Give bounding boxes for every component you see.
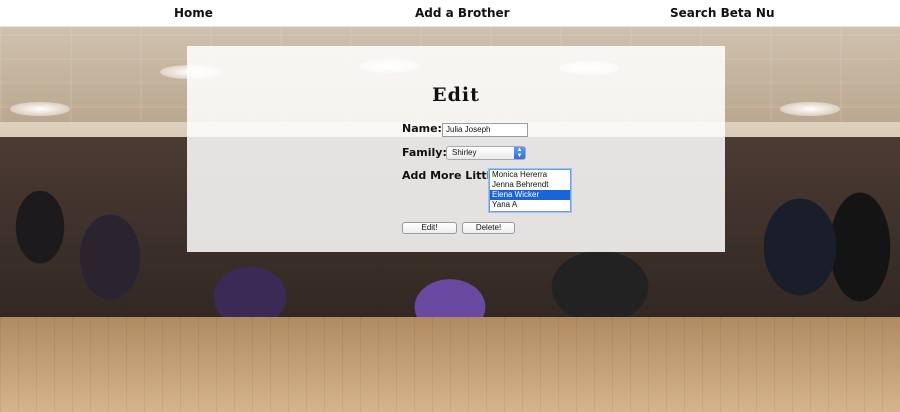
littles-option[interactable]: Elena Wicker [490, 190, 570, 200]
page-title: Edit [432, 84, 480, 106]
name-input[interactable]: Julia Joseph [442, 123, 528, 137]
nav-search-link[interactable]: Search Beta Nu [670, 6, 775, 20]
family-select[interactable]: Shirley ▲ ▼ [446, 146, 526, 160]
edit-panel: Edit Name: Julia Joseph Family: Shirley … [187, 46, 725, 252]
edit-button[interactable]: Edit! [402, 222, 457, 234]
littles-option[interactable]: Jenna Behrendt [490, 180, 570, 190]
nav-home-link[interactable]: Home [174, 6, 213, 20]
littles-listbox[interactable]: Monica Hererra Jenna Behrendt Elena Wicker… [489, 169, 571, 212]
littles-option[interactable]: Yana A [490, 200, 570, 210]
family-select-value: Shirley [452, 148, 477, 157]
select-arrows-icon: ▲ ▼ [514, 147, 525, 159]
ceiling-light [10, 102, 70, 116]
littles-option[interactable]: Monica Hererra [490, 170, 570, 180]
top-navigation: Home Add a Brother Search Beta Nu [0, 0, 900, 27]
name-label: Name: [402, 122, 442, 135]
wood-floor [0, 317, 900, 412]
nav-add-brother-link[interactable]: Add a Brother [415, 6, 510, 20]
ceiling-light [780, 102, 840, 116]
family-label: Family: [402, 146, 447, 159]
delete-button[interactable]: Delete! [462, 222, 515, 234]
